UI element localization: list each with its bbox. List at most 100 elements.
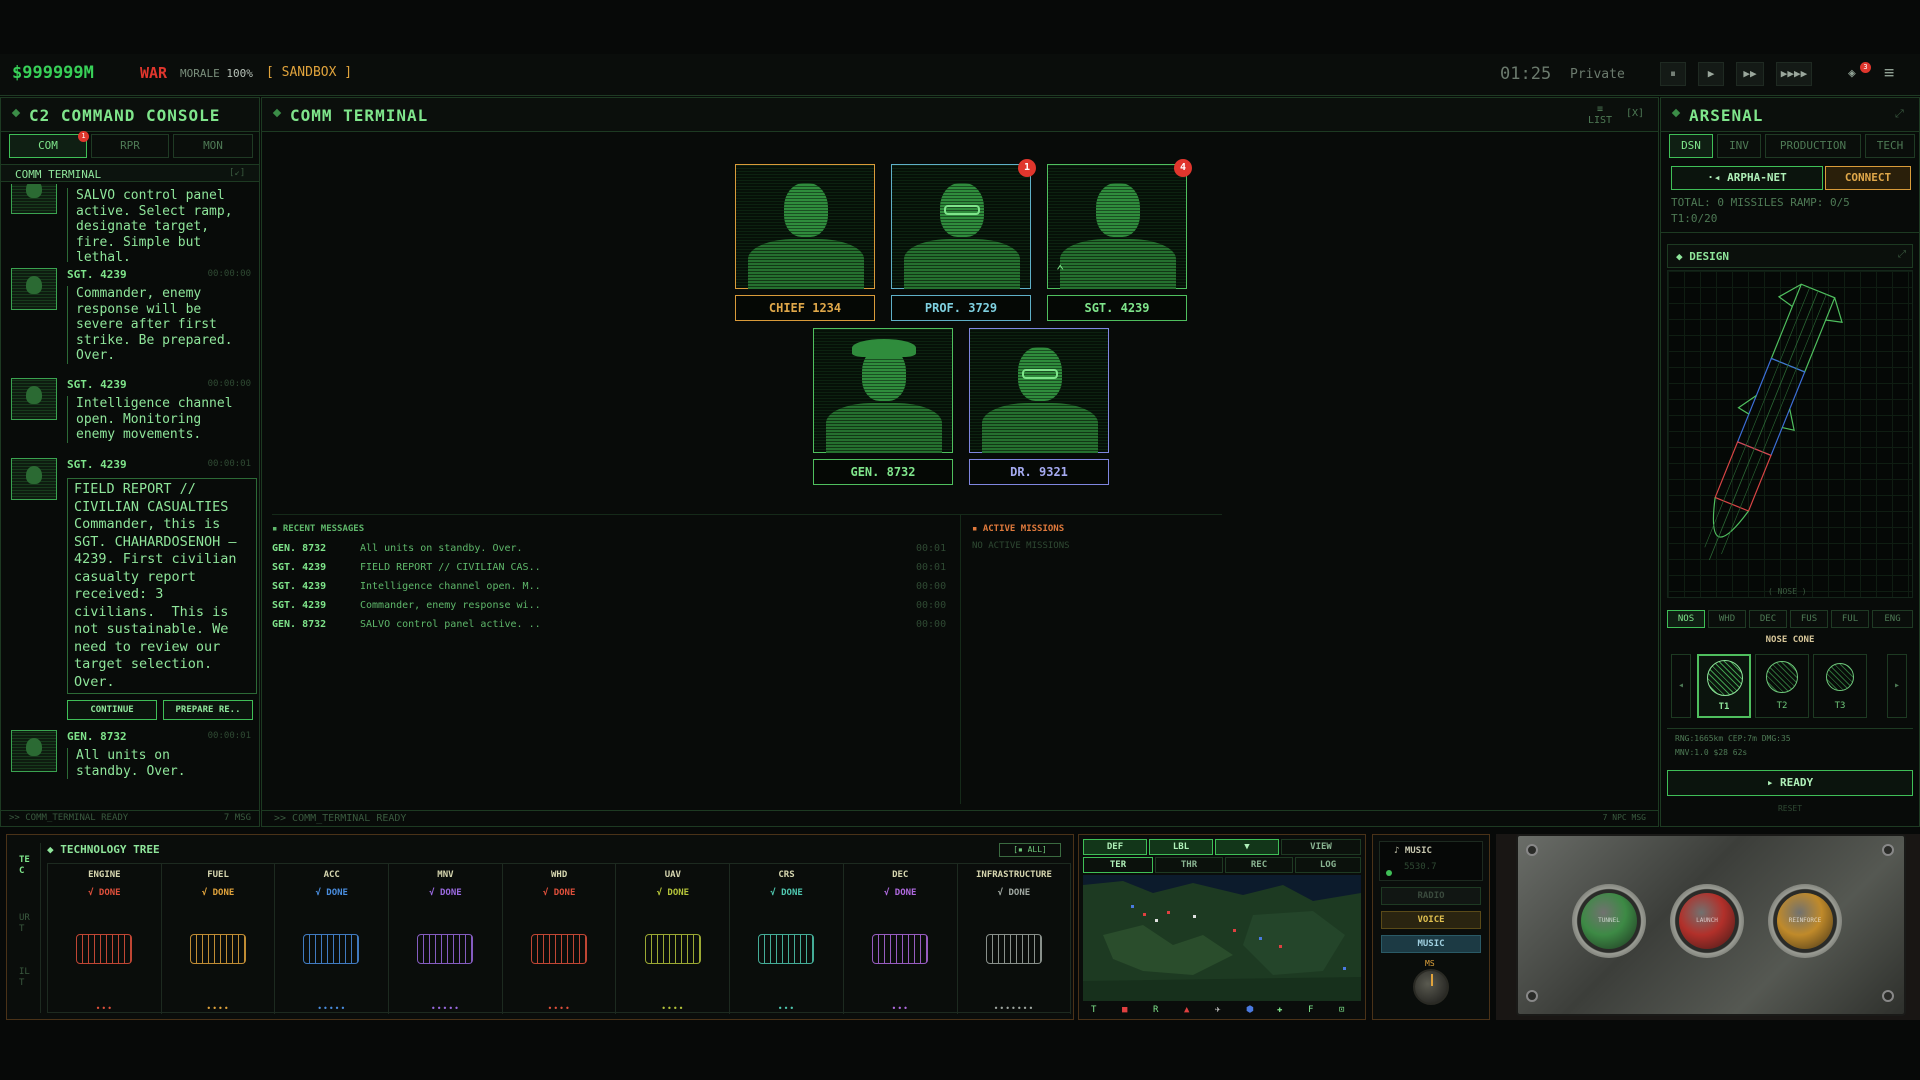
map-legend-icon[interactable]: ✈ xyxy=(1215,1005,1220,1015)
console-button-1[interactable]: TUNNEL xyxy=(1572,884,1646,958)
ready-button[interactable]: ▸ READY xyxy=(1667,770,1913,796)
part-tab-whd[interactable]: WHD xyxy=(1708,610,1746,628)
filter-all-button[interactable]: [▪ ALL] xyxy=(999,843,1061,857)
tab-production[interactable]: PRODUCTION xyxy=(1765,134,1861,158)
tech-part-icon xyxy=(417,934,474,964)
tech-column[interactable]: UAV √ DONE •••• xyxy=(617,864,731,1014)
recent-text: Intelligence channel open. M.. xyxy=(360,581,541,592)
portrait-prof[interactable]: PROF. 3729 1 xyxy=(891,159,1036,321)
console-housing: TUNNEL LAUNCH REINFORCE xyxy=(1496,834,1920,1020)
radio-button[interactable]: RADIO xyxy=(1381,887,1481,905)
recent-message-row[interactable]: SGT. 4239 FIELD REPORT // CIVILIAN CAS.. 0… xyxy=(272,562,952,576)
console-button-3[interactable]: REINFORCE xyxy=(1768,884,1842,958)
map-legend-icon[interactable]: ■ xyxy=(1122,1005,1127,1015)
portrait-sgt[interactable]: ⌃ SGT. 4239 4 xyxy=(1047,159,1192,321)
map-tab-thr[interactable]: THR xyxy=(1155,857,1223,873)
tier-option-t2[interactable]: T2 xyxy=(1755,654,1809,718)
tab-rpr[interactable]: RPR xyxy=(91,134,169,158)
tech-status: √ DONE xyxy=(542,888,576,898)
next-part-icon[interactable]: ▸ xyxy=(1887,654,1907,718)
side-tab-urt[interactable]: URT xyxy=(19,913,35,935)
fastest-button[interactable]: ▶▶▶▶ xyxy=(1776,62,1812,86)
map-legend-icon[interactable]: ⬢ xyxy=(1246,1005,1254,1015)
nose-cone-icon xyxy=(1826,663,1854,691)
map-marker xyxy=(1143,913,1146,916)
tech-column[interactable]: MNV √ DONE ••••• xyxy=(389,864,503,1014)
divider xyxy=(960,514,961,804)
fast-forward-button[interactable]: ▶▶ xyxy=(1736,62,1764,86)
avatar xyxy=(11,730,57,772)
tech-column[interactable]: CRS √ DONE ••• xyxy=(730,864,844,1014)
map-tab-def[interactable]: DEF xyxy=(1083,839,1147,855)
continue-button[interactable]: CONTINUE xyxy=(67,700,157,720)
map-tab-log[interactable]: LOG xyxy=(1295,857,1361,873)
recent-message-row[interactable]: GEN. 8732 SALVO control panel active. .. 0… xyxy=(272,619,952,633)
console-button-2[interactable]: LAUNCH xyxy=(1670,884,1744,958)
tech-part-icon xyxy=(758,934,815,964)
recent-message-row[interactable]: SGT. 4239 Intelligence channel open. M.. 0… xyxy=(272,581,952,595)
map-legend-icon[interactable]: F xyxy=(1308,1005,1313,1015)
map-dropdown-icon[interactable]: ▼ xyxy=(1215,839,1279,855)
pause-button[interactable]: ⏸ xyxy=(1660,62,1686,86)
part-tab-ful[interactable]: FUL xyxy=(1831,610,1869,628)
missile-viewer[interactable]: ( NOSE ) xyxy=(1667,270,1913,598)
voice-button[interactable]: VOICE xyxy=(1381,911,1481,929)
music-button[interactable]: MUSIC xyxy=(1381,935,1481,953)
tech-part-icon xyxy=(871,934,928,964)
recent-message-row[interactable]: SGT. 4239 Commander, enemy response wi.. 0… xyxy=(272,600,952,614)
list-toggle[interactable]: ≡ LIST xyxy=(1588,104,1612,126)
map-tab-rec[interactable]: REC xyxy=(1225,857,1293,873)
menu-icon[interactable]: ≡ xyxy=(1884,63,1894,83)
tier-option-t3[interactable]: T3 xyxy=(1813,654,1867,718)
tech-column[interactable]: FUEL √ DONE •••• xyxy=(162,864,276,1014)
map-tab-lbl[interactable]: LBL xyxy=(1149,839,1213,855)
tech-column[interactable]: ENGINE √ DONE ••• xyxy=(48,864,162,1014)
part-tab-fus[interactable]: FUS xyxy=(1790,610,1828,628)
part-tab-eng[interactable]: ENG xyxy=(1872,610,1913,628)
volume-knob[interactable] xyxy=(1413,969,1449,1005)
tech-column[interactable]: ACC √ DONE ••••• xyxy=(275,864,390,1014)
portrait-dr[interactable]: DR. 9321 xyxy=(969,328,1109,485)
tech-name: MNV xyxy=(437,870,454,880)
tab-dsn[interactable]: DSN xyxy=(1669,134,1713,158)
tab-inv[interactable]: INV xyxy=(1717,134,1761,158)
tab-com[interactable]: COM xyxy=(9,134,87,158)
prepare-response-button[interactable]: PREPARE RE.. xyxy=(163,700,253,720)
comm-terminal-title: COMM TERMINAL xyxy=(290,106,429,125)
close-button[interactable]: [X] xyxy=(1626,108,1644,119)
screw-icon xyxy=(1526,844,1538,856)
collapse-icon[interactable]: [↙] xyxy=(229,168,245,178)
part-tab-nos[interactable]: NOS xyxy=(1667,610,1705,628)
tier-option-t1[interactable]: T1 xyxy=(1697,654,1751,718)
side-tab-ilt[interactable]: ILT xyxy=(19,967,35,989)
map-legend-icon[interactable]: R xyxy=(1153,1005,1158,1015)
reset-button[interactable]: RESET xyxy=(1661,804,1919,813)
arpha-net-button[interactable]: ·◂ ARPHA-NET xyxy=(1671,166,1823,190)
tab-mon[interactable]: MON xyxy=(173,134,253,158)
map-tab-view[interactable]: VIEW xyxy=(1281,839,1361,855)
tech-column[interactable]: DEC √ DONE ••• xyxy=(844,864,958,1014)
map-marker xyxy=(1259,937,1262,940)
prev-part-icon[interactable]: ◂ xyxy=(1671,654,1691,718)
map-legend-icon[interactable]: ▲ xyxy=(1184,1005,1189,1015)
map-tab-ter[interactable]: TER xyxy=(1083,857,1153,873)
tech-column[interactable]: INFRASTRUCTURE √ DONE ••••••• xyxy=(958,864,1072,1014)
tech-column[interactable]: WHD √ DONE •••• xyxy=(503,864,617,1014)
music-title: ♪ MUSIC xyxy=(1394,846,1432,856)
recent-message-row[interactable]: GEN. 8732 All units on standby. Over. 00:0… xyxy=(272,543,952,557)
map-terrain xyxy=(1083,881,1361,1001)
side-tab-tec[interactable]: TEC xyxy=(19,855,35,877)
tactical-map[interactable] xyxy=(1083,875,1361,1001)
unread-badge: 1 xyxy=(1018,159,1036,177)
tab-tech[interactable]: TECH xyxy=(1865,134,1915,158)
map-legend-icon[interactable]: ✚ xyxy=(1277,1005,1282,1015)
map-legend-icon[interactable]: ⊡ xyxy=(1339,1005,1344,1015)
expand-icon[interactable]: ⤢ xyxy=(1898,249,1906,260)
play-button[interactable]: ▶ xyxy=(1698,62,1724,86)
connect-button[interactable]: CONNECT xyxy=(1825,166,1911,190)
map-legend-icon[interactable]: T xyxy=(1091,1005,1096,1015)
expand-icon[interactable]: ⤢ xyxy=(1895,107,1904,121)
portrait-chief[interactable]: CHIEF 1234 xyxy=(735,164,875,321)
part-tab-dec[interactable]: DEC xyxy=(1749,610,1787,628)
portrait-gen[interactable]: GEN. 8732 xyxy=(813,328,953,485)
